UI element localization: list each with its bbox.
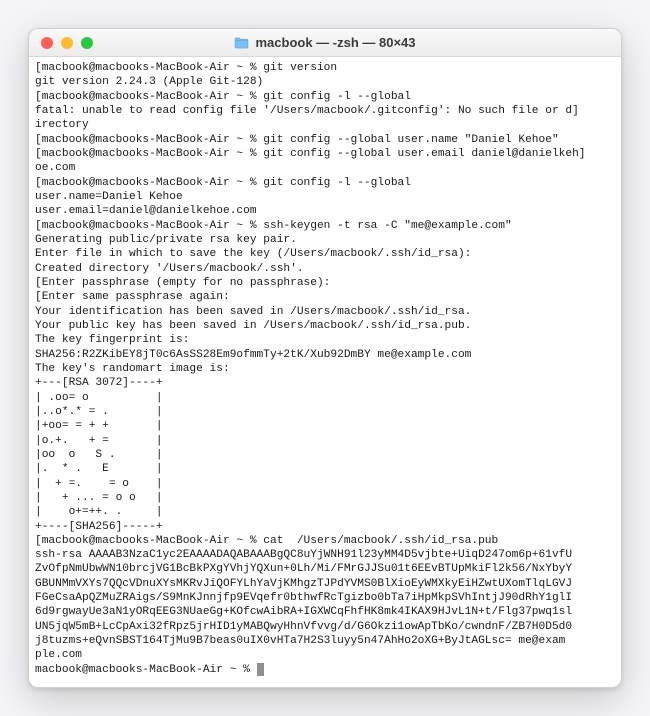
zoom-icon[interactable]	[81, 37, 93, 49]
window-title: macbook — -zsh — 80×43	[255, 35, 415, 50]
terminal-prompt: macbook@macbooks-MacBook-Air ~ %	[35, 664, 257, 676]
terminal-output: [macbook@macbooks-MacBook-Air ~ % git ve…	[35, 62, 586, 661]
minimize-icon[interactable]	[61, 37, 73, 49]
cursor-icon	[257, 663, 264, 676]
titlebar[interactable]: macbook — -zsh — 80×43	[29, 29, 621, 57]
titlebar-center: macbook — -zsh — 80×43	[29, 35, 621, 50]
folder-icon	[234, 37, 249, 49]
close-icon[interactable]	[41, 37, 53, 49]
terminal-window: macbook — -zsh — 80×43 [macbook@macbooks…	[28, 28, 622, 688]
terminal-body[interactable]: [macbook@macbooks-MacBook-Air ~ % git ve…	[29, 57, 621, 687]
window-controls	[29, 37, 93, 49]
